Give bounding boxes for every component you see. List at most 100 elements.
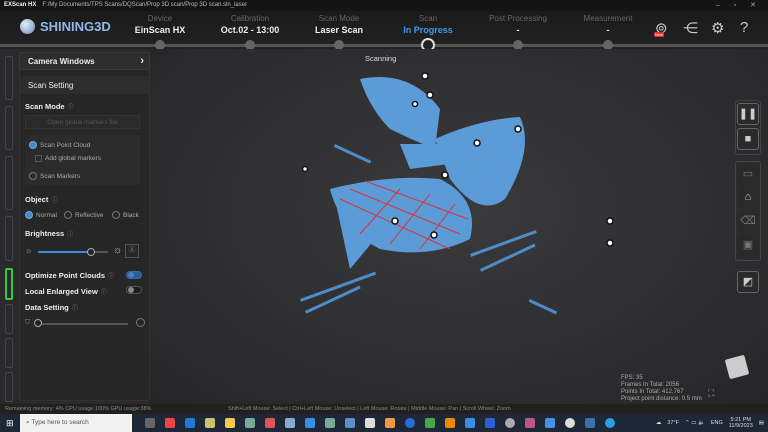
- app-icon[interactable]: [285, 418, 295, 428]
- open-global-markers-button[interactable]: Open global markers file: [25, 115, 140, 129]
- app-icon[interactable]: [265, 418, 275, 428]
- notifications-icon[interactable]: ▤: [759, 420, 764, 426]
- app-icon[interactable]: [325, 418, 335, 428]
- site-icon[interactable]: ⌂: [737, 187, 759, 209]
- data-setting-knob[interactable]: [34, 319, 42, 327]
- globe-icon: [20, 19, 35, 34]
- optimize-label: Optimize Point Clouds ⓘ: [25, 271, 114, 280]
- app-icon[interactable]: [525, 418, 535, 428]
- info-icon[interactable]: ⓘ: [67, 232, 73, 238]
- option-label: Add global markers: [45, 155, 101, 162]
- app-icon[interactable]: [305, 418, 315, 428]
- save-icon[interactable]: ▣: [737, 235, 759, 257]
- data-setting-slider[interactable]: [38, 323, 128, 325]
- calculator-icon[interactable]: [345, 418, 355, 428]
- point-cloud-model: [300, 72, 614, 315]
- window-controls[interactable]: – ▫ ✕: [716, 1, 762, 9]
- info-icon[interactable]: ⓘ: [51, 198, 57, 204]
- app-icon[interactable]: [485, 418, 495, 428]
- high-quality-icon: [136, 318, 145, 327]
- pause-button[interactable]: ❚❚: [737, 103, 759, 125]
- app-icon[interactable]: [465, 418, 475, 428]
- taskbar: ⊞ ⌕ Type here to search ☁ 37°F ⌃ ▭ 🔈 ENG …: [0, 414, 768, 432]
- taskbar-search[interactable]: ⌕ Type here to search: [20, 414, 132, 432]
- camera-windows-label: Camera Windows: [28, 57, 95, 66]
- panel-icon[interactable]: ▭: [737, 164, 759, 186]
- brightness-label: Brightness ⓘ: [25, 229, 73, 238]
- frames-total: Frames In Total: 2056: [621, 382, 679, 388]
- clock[interactable]: 9:21 PM 11/9/2023: [729, 417, 753, 429]
- radio-scan-markers[interactable]: Scan Markers: [29, 172, 80, 180]
- gear-icon[interactable]: ⚙: [711, 19, 724, 37]
- step-measurement[interactable]: Measurement -: [553, 14, 663, 35]
- language[interactable]: ENG: [711, 420, 723, 426]
- app-icon[interactable]: [245, 418, 255, 428]
- side-tab[interactable]: [5, 156, 13, 210]
- local-enlarged-toggle[interactable]: [126, 286, 142, 294]
- header: SHINING3D Device EinScan HX Calibration Oc…: [0, 11, 768, 52]
- local-enlarged-text: Local Enlarged View: [25, 287, 98, 296]
- 3d-viewport[interactable]: [150, 49, 768, 404]
- tool-icon[interactable]: ◩: [737, 271, 759, 293]
- date: 11/9/2023: [728, 423, 753, 429]
- optimize-toggle[interactable]: [126, 271, 142, 279]
- help-icon[interactable]: ?: [740, 19, 748, 36]
- auto-brightness-button[interactable]: Ⓐ: [125, 244, 139, 258]
- app-icon[interactable]: [505, 418, 515, 428]
- exscan-icon[interactable]: [585, 418, 595, 428]
- option-label: Reflective: [75, 211, 104, 219]
- side-tab-active[interactable]: [5, 268, 13, 300]
- camera-windows-button[interactable]: Camera Windows ›: [19, 52, 150, 70]
- share-icon[interactable]: ⋲: [683, 19, 698, 37]
- info-icon[interactable]: ⓘ: [108, 274, 114, 280]
- mouse-hint: Shift+Left Mouse: Select | Ctrl+Left Mou…: [228, 406, 511, 412]
- stop-button[interactable]: ■: [737, 128, 759, 150]
- app-icon[interactable]: [445, 418, 455, 428]
- brightness-text: Brightness: [25, 229, 65, 238]
- weather-icon[interactable]: ☁: [656, 420, 662, 426]
- fit-view-icon[interactable]: ⛶: [708, 388, 714, 399]
- task-view-icon[interactable]: [145, 418, 155, 428]
- side-tab[interactable]: [5, 216, 13, 261]
- side-tab[interactable]: [5, 338, 13, 368]
- app-icon[interactable]: [605, 418, 615, 428]
- app-icon[interactable]: [425, 418, 435, 428]
- side-tab[interactable]: [5, 372, 13, 402]
- outlook-icon[interactable]: [185, 418, 195, 428]
- new-badge: New: [654, 32, 665, 37]
- chrome-icon[interactable]: [385, 418, 395, 428]
- app-icon[interactable]: [165, 418, 175, 428]
- data-setting-text: Data Setting: [25, 303, 69, 312]
- radio-normal[interactable]: Normal: [25, 211, 57, 219]
- checkbox-add-global-markers[interactable]: Add global markers: [35, 155, 101, 162]
- app-icon[interactable]: [545, 418, 555, 428]
- zoom-icon[interactable]: [405, 418, 415, 428]
- info-icon[interactable]: ⓘ: [72, 306, 78, 312]
- file-explorer-icon[interactable]: [225, 418, 235, 428]
- tray-icons[interactable]: ⌃ ▭ 🔈: [685, 420, 705, 426]
- scan-mode-label: Scan Mode ⓘ: [25, 102, 74, 111]
- side-tab[interactable]: [5, 304, 13, 334]
- app-icon[interactable]: [205, 418, 215, 428]
- device-update-icon[interactable]: ⊚ New: [654, 19, 668, 37]
- sun-small-icon: ☼: [25, 246, 33, 255]
- brightness-fill: [38, 251, 91, 253]
- delete-icon[interactable]: ⌫: [737, 211, 759, 233]
- brightness-knob[interactable]: [86, 248, 95, 256]
- side-tab[interactable]: [5, 56, 13, 100]
- radio-black[interactable]: Black: [112, 211, 139, 219]
- radio-scan-point-cloud[interactable]: Scan Point Cloud: [29, 141, 90, 149]
- radio-reflective[interactable]: Reflective: [64, 211, 104, 219]
- info-icon[interactable]: ⓘ: [101, 290, 107, 296]
- radio-selected: [25, 211, 33, 219]
- info-icon[interactable]: ⓘ: [68, 105, 74, 111]
- object-text: Object: [25, 195, 49, 204]
- app-icon[interactable]: [565, 418, 575, 428]
- progress-track: [0, 44, 768, 47]
- windows-start-icon[interactable]: ⊞: [6, 418, 14, 429]
- app-icon[interactable]: [365, 418, 375, 428]
- chevron-right-icon: ›: [140, 55, 144, 67]
- data-setting-label: Data Setting ⓘ: [25, 303, 78, 312]
- option-label: Scan Point Cloud: [40, 141, 91, 149]
- side-tab[interactable]: [5, 106, 13, 150]
